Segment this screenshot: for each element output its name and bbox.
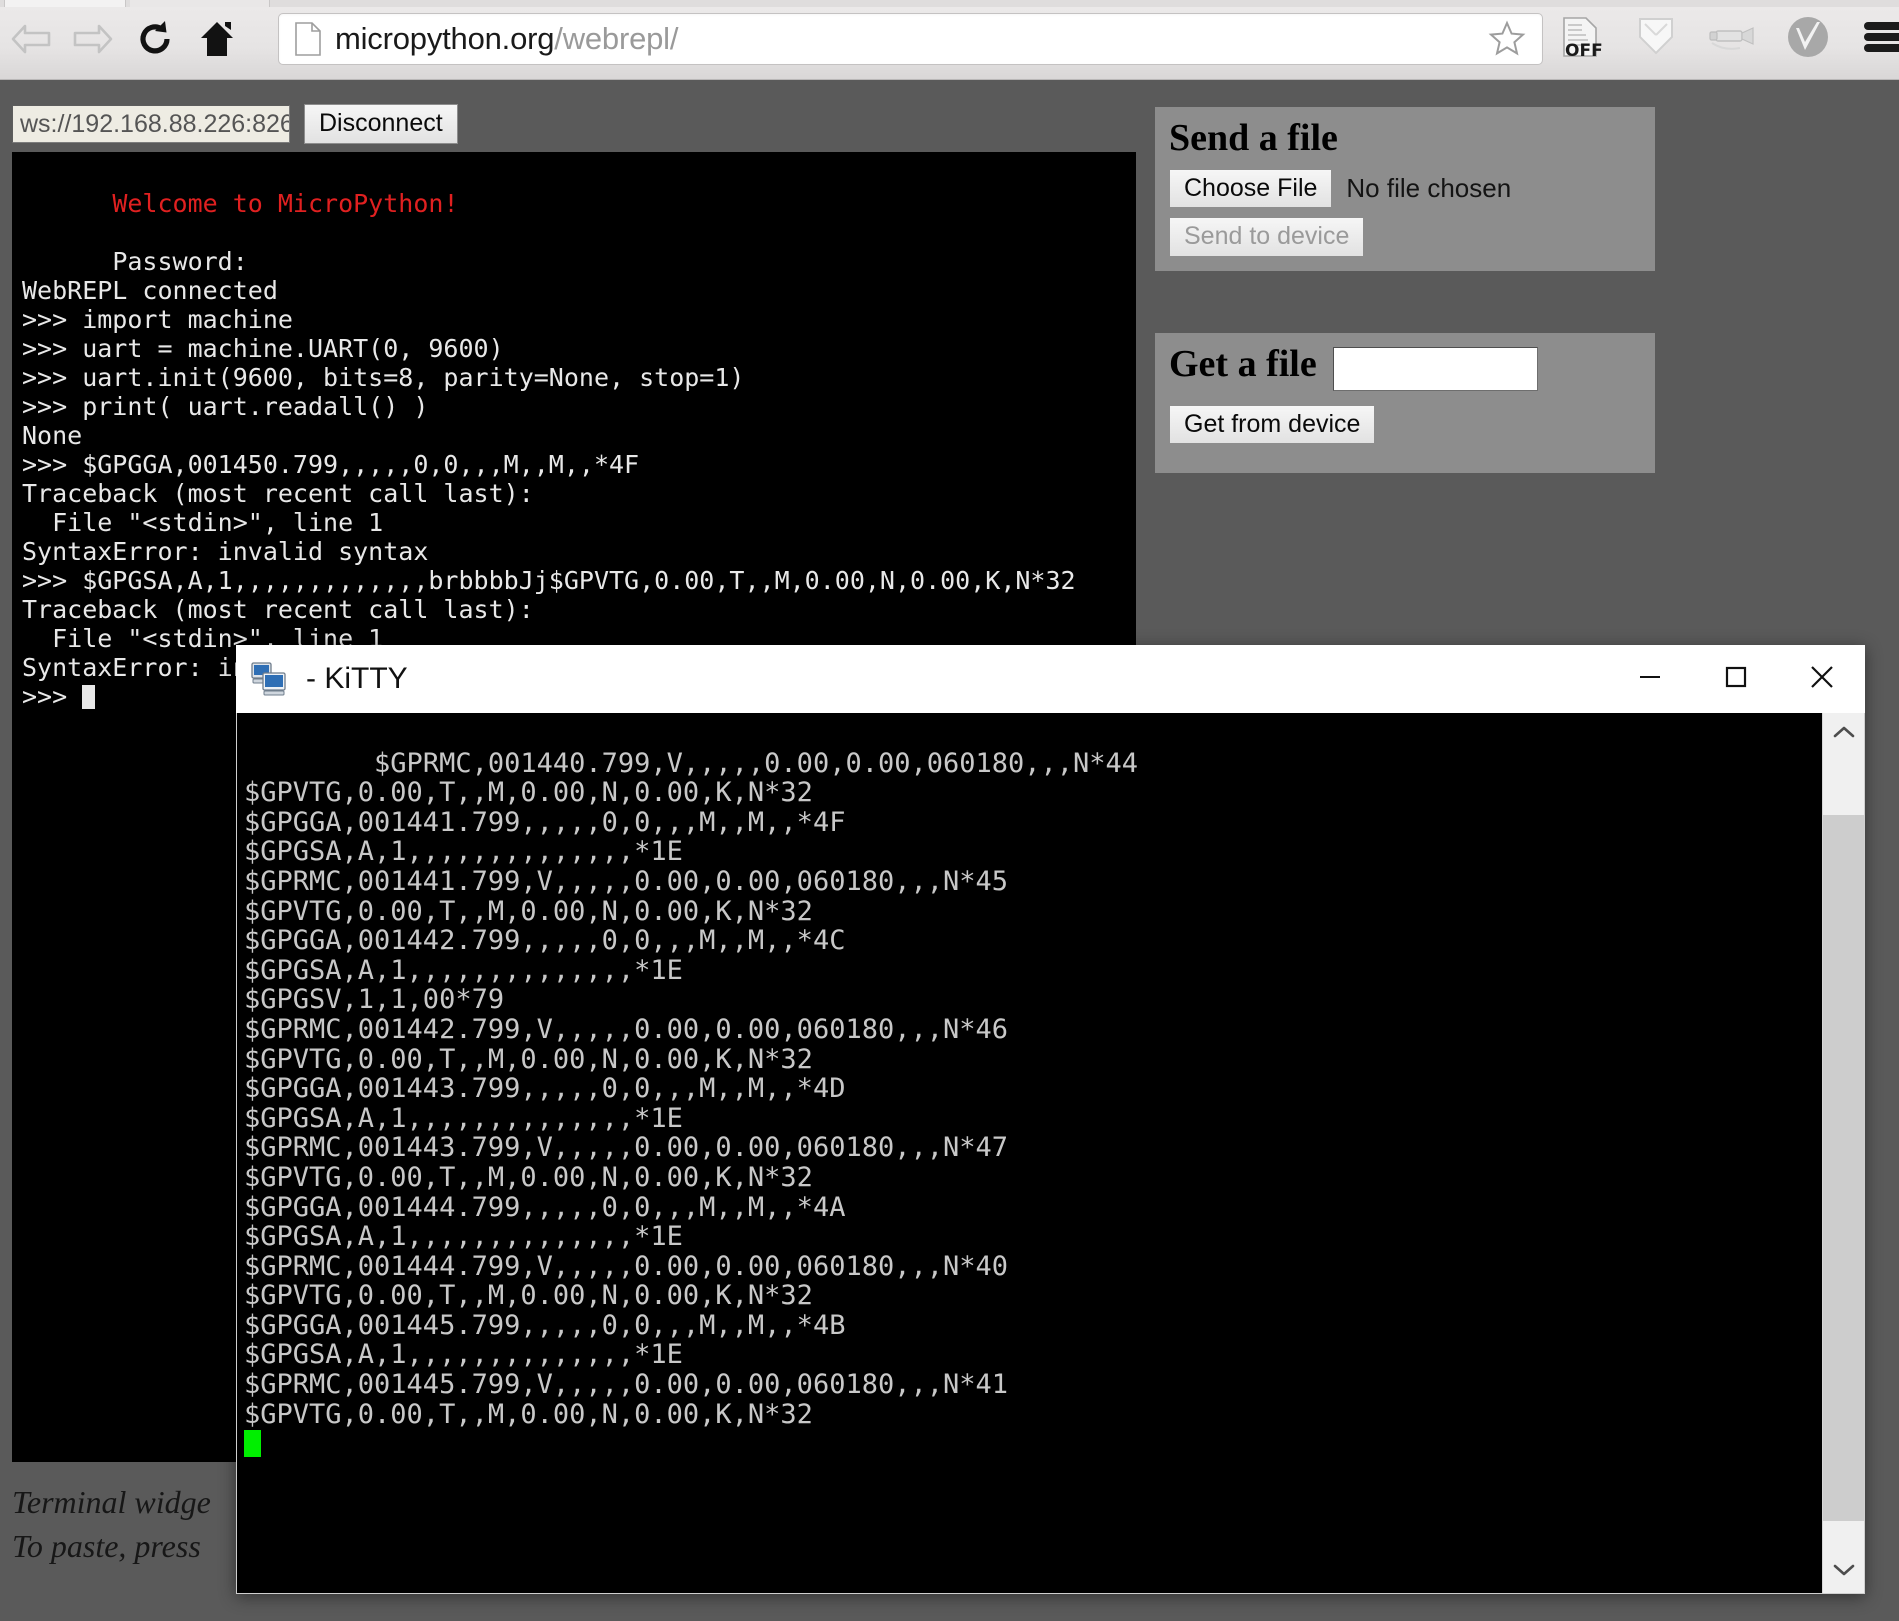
send-file-title: Send a file (1169, 117, 1338, 159)
welcome-line: Welcome to MicroPython! (112, 189, 459, 218)
menu-button[interactable] (1860, 15, 1899, 63)
terminal-output: Password: WebREPL connected >>> import m… (22, 247, 1076, 682)
kitty-scrollbar[interactable] (1822, 713, 1864, 1593)
marker-pen-icon (1706, 17, 1758, 62)
scrollbar-thumb[interactable] (1823, 815, 1864, 1521)
kitty-terminal-cursor (244, 1430, 261, 1458)
maximize-icon (1723, 664, 1749, 695)
scrollbar-track[interactable] (1823, 755, 1864, 1551)
minimize-button[interactable] (1607, 645, 1693, 713)
browser-tab-active[interactable] (4, 0, 126, 7)
kitty-terminal-output: $GPRMC,001440.799,V,,,,,0.00,0.00,060180… (244, 747, 1139, 1430)
home-button[interactable] (186, 8, 248, 70)
window-controls (1607, 645, 1865, 713)
maximize-button[interactable] (1693, 645, 1779, 713)
kitty-body: $GPRMC,001440.799,V,,,,,0.00,0.00,060180… (236, 713, 1865, 1594)
address-bar-text: micropython.org/webrepl/ (335, 21, 678, 57)
get-file-title: Get a file (1169, 343, 1317, 385)
get-filename-input[interactable] (1332, 346, 1538, 391)
chevron-down-shield-icon (1635, 13, 1677, 66)
marker-pen-button[interactable] (1708, 15, 1756, 63)
get-file-header: Get a file (1169, 343, 1641, 395)
forward-arrow-icon (71, 22, 115, 56)
back-arrow-icon (9, 22, 53, 56)
terminal-cursor (82, 685, 96, 709)
browser-tab-inactive[interactable] (130, 0, 270, 7)
no-file-chosen-label: No file chosen (1346, 172, 1512, 203)
disconnect-button[interactable]: Disconnect (304, 104, 458, 144)
close-icon (1808, 663, 1836, 696)
scroll-up-button[interactable] (1823, 713, 1864, 755)
minimize-icon (1637, 664, 1663, 695)
reload-icon (135, 19, 175, 59)
browser-chrome: micropython.org/webrepl/ OFF (0, 0, 1899, 80)
get-from-device-button[interactable]: Get from device (1169, 404, 1376, 445)
forward-button[interactable] (62, 8, 124, 70)
chevron-up-icon (1833, 725, 1855, 744)
kitty-window: - KiTTY $GPRMC,001440.799,V,,,,,0.00,0.0… (236, 645, 1865, 1594)
websocket-url-input[interactable]: ws://192.168.88.226:8266 (12, 104, 290, 143)
send-file-panel: Send a file Choose File No file chosen S… (1155, 107, 1655, 271)
svg-text:OFF: OFF (1565, 41, 1603, 61)
url-host: micropython.org (335, 21, 555, 56)
kitty-window-title: - KiTTY (306, 662, 408, 695)
vimperator-button[interactable] (1784, 15, 1832, 63)
kitty-terminal[interactable]: $GPRMC,001440.799,V,,,,,0.00,0.00,060180… (237, 713, 1822, 1593)
home-icon (198, 19, 236, 59)
choose-file-button[interactable]: Choose File (1169, 168, 1333, 209)
download-shield-button[interactable] (1632, 15, 1680, 63)
terminal-prompt: >>> (22, 682, 83, 711)
hamburger-menu-icon (1862, 19, 1899, 60)
connection-row: ws://192.168.88.226:8266 Disconnect (12, 104, 458, 144)
get-file-panel: Get a file Get from device (1155, 333, 1655, 459)
scroll-down-button[interactable] (1823, 1551, 1864, 1593)
bookmark-star-icon[interactable] (1488, 20, 1526, 58)
transfer-progress-bar (1155, 451, 1655, 473)
navigation-buttons (0, 7, 248, 71)
reload-button[interactable] (124, 8, 186, 70)
chevron-down-icon (1833, 1563, 1855, 1582)
off-document-icon: OFF (1556, 13, 1604, 66)
close-button[interactable] (1779, 645, 1865, 713)
browser-toolbar-icons: OFF (1556, 7, 1899, 71)
kitty-title-bar[interactable]: - KiTTY (236, 645, 1865, 713)
vimperator-circle-icon (1785, 14, 1831, 65)
choose-file-row: Choose File No file chosen (1169, 168, 1641, 209)
tab-strip (0, 0, 1899, 7)
kitty-app-icon (250, 660, 288, 698)
page-document-icon (295, 22, 321, 56)
back-button[interactable] (0, 8, 62, 70)
address-bar[interactable]: micropython.org/webrepl/ (278, 13, 1543, 65)
send-to-device-button[interactable]: Send to device (1169, 217, 1365, 257)
screen: micropython.org/webrepl/ OFF ws://192.16… (0, 0, 1899, 1621)
off-document-button[interactable]: OFF (1556, 15, 1604, 63)
url-path: /webrepl/ (554, 21, 679, 56)
